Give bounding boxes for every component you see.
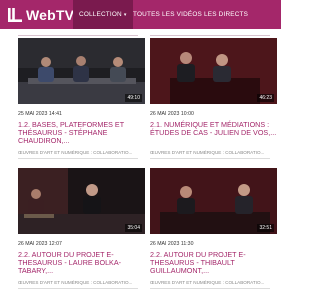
webtv-logo[interactable]: WebTV (7, 6, 74, 23)
video-card[interactable]: 32:51 26 MAI 2023 11:30 2.2. AUTOUR DU P… (150, 168, 280, 291)
video-duration: 32:51 (257, 224, 274, 232)
card-divider (150, 288, 270, 289)
webtv-logo-icon (8, 7, 22, 22)
video-title-link[interactable]: 1.2. BASES, PLATEFORMES ET THÉSAURUS - S… (18, 121, 146, 145)
video-date: 26 MAI 2023 12:07 (18, 241, 62, 247)
video-collection-tag[interactable]: ŒUVRES D'ART ET NUMÉRIQUE : COLLABORATIO… (150, 280, 270, 285)
nav-collection-label: COLLECTION (79, 11, 122, 18)
video-collection-tag[interactable]: ŒUVRES D'ART ET NUMÉRIQUE : COLLABORATIO… (150, 150, 270, 155)
video-thumbnail[interactable]: 46:23 (150, 38, 277, 104)
video-date: 25 MAI 2023 14:41 (18, 111, 62, 117)
video-duration: 46:23 (257, 94, 274, 102)
video-collection-tag[interactable]: ŒUVRES D'ART ET NUMÉRIQUE : COLLABORATIO… (18, 280, 138, 285)
nav-all-videos[interactable]: TOUTES LES VIDÉOS (133, 0, 202, 29)
previous-card-divider (150, 29, 270, 36)
video-duration: 35:04 (125, 224, 142, 232)
previous-card-divider (18, 29, 138, 36)
video-title-link[interactable]: 2.2. AUTOUR DU PROJET E-THESAURUS - Laur… (18, 251, 146, 275)
card-divider (18, 158, 138, 159)
video-title-link[interactable]: 2.2. AUTOUR DU PROJET E-THESAURUS - Thib… (150, 251, 278, 275)
video-card[interactable]: 49:10 25 MAI 2023 14:41 1.2. BASES, PLAT… (18, 38, 148, 163)
video-card[interactable]: 46:23 26 MAI 2023 10:00 2.1. NUMÉRIQUE E… (150, 38, 280, 163)
video-card[interactable]: 35:04 26 MAI 2023 12:07 2.2. AUTOUR DU P… (18, 168, 148, 291)
nav-live[interactable]: LES DIRECTS (204, 0, 248, 29)
video-title-link[interactable]: 2.1. NUMÉRIQUE ET MÉDIATIONS : ÉTUDES DE… (150, 121, 278, 137)
video-thumbnail[interactable]: 35:04 (18, 168, 145, 234)
video-date: 26 MAI 2023 10:00 (150, 111, 194, 117)
brand-name: WebTV (26, 6, 75, 23)
video-date: 26 MAI 2023 11:30 (150, 241, 194, 247)
video-thumbnail[interactable]: 32:51 (150, 168, 277, 234)
caret-down-icon: ▾ (123, 12, 127, 18)
nav-collection-menu[interactable]: COLLECTION ▾ (73, 0, 133, 29)
video-collection-tag[interactable]: ŒUVRES D'ART ET NUMÉRIQUE : COLLABORATIO… (18, 150, 138, 155)
card-divider (18, 288, 138, 289)
video-duration: 49:10 (125, 94, 142, 102)
video-thumbnail[interactable]: 49:10 (18, 38, 145, 104)
card-divider (150, 158, 270, 159)
top-nav-bar: WebTV COLLECTION ▾ TOUTES LES VIDÉOS LES … (0, 0, 281, 29)
